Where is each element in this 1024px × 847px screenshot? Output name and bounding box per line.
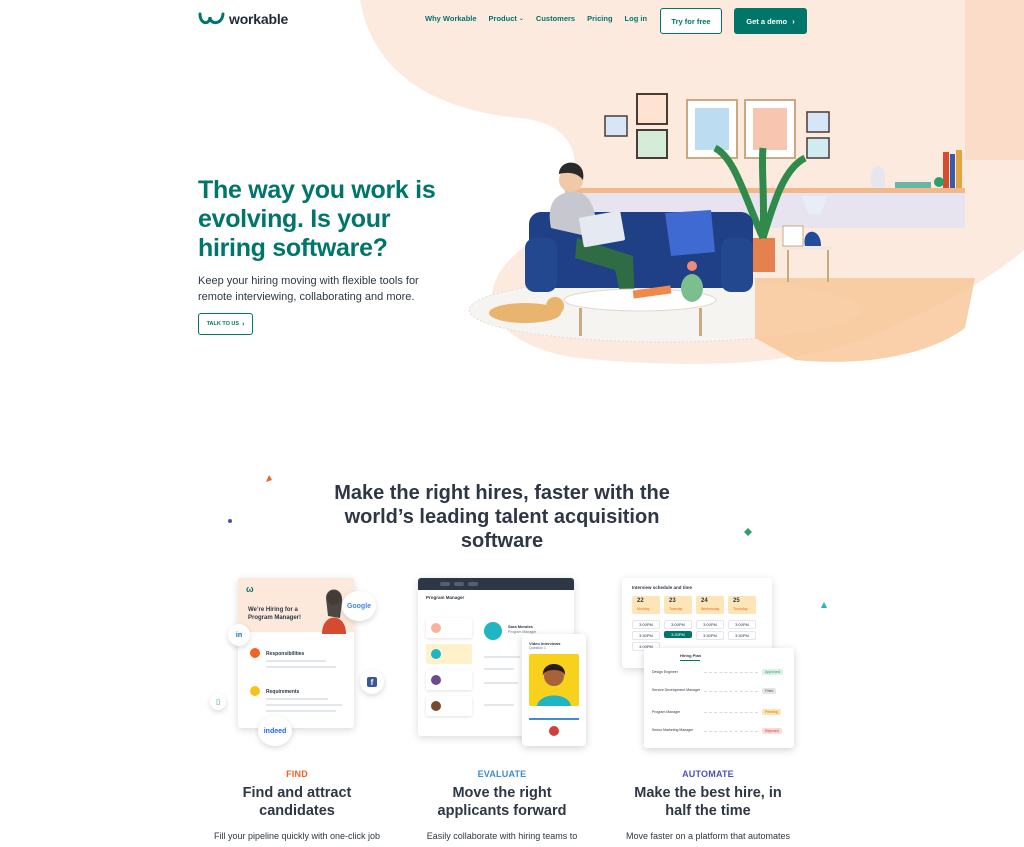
linkedin-icon: in — [228, 624, 250, 646]
talk-to-us-button[interactable]: TALK TO US › — [198, 313, 253, 335]
get-a-demo-label: Get a demo — [746, 16, 788, 26]
indeed-badge: indeed — [258, 716, 292, 746]
day-number: 25 — [733, 598, 740, 604]
video-interview-panel: Video Interviews Question 1 — [522, 634, 586, 746]
candidate-avatar — [484, 622, 502, 640]
time-slot: 3:00PM — [728, 620, 756, 629]
workable-logo-icon — [198, 12, 225, 25]
video-feed — [529, 654, 579, 706]
avatar — [431, 623, 441, 633]
avatar — [431, 675, 441, 685]
question-label: Question 1 — [529, 646, 546, 650]
job-title-header: Program Manager — [426, 595, 465, 600]
day-name: Wednesday — [701, 607, 720, 611]
status-badge: Filled — [762, 688, 777, 694]
find-card-illustration: ω We’re Hiring for a Program Manager! Re… — [210, 574, 390, 746]
hero-subtitle: Keep your hiring moving with flexible to… — [198, 275, 419, 303]
get-a-demo-button[interactable]: Get a demo › — [734, 8, 807, 34]
time-slot: 3:00PM — [664, 620, 692, 629]
google-logo-text: Google — [346, 602, 372, 610]
chevron-down-icon: ⌄ — [518, 16, 524, 22]
time-slot: 3:30PM — [728, 631, 756, 640]
hiring-plan-panel: Hiring Plan Design Engineer Approved Ser… — [644, 648, 794, 748]
facebook-icon: f — [360, 670, 384, 694]
evaluate-description: Easily collaborate with hiring teams to — [426, 831, 578, 841]
nav-product[interactable]: Product ⌄ — [489, 14, 524, 23]
hero-illustration — [468, 93, 975, 362]
job-post-card: ω We’re Hiring for a Program Manager! Re… — [238, 578, 354, 728]
hiring-plan-title: Hiring Plan — [680, 653, 702, 658]
workable-w-icon: ω — [246, 584, 254, 594]
nav-product-label: Product — [488, 14, 517, 23]
nav-pricing[interactable]: Pricing — [587, 14, 612, 23]
indeed-logo-text: indeed — [263, 727, 287, 735]
automate-description: Move faster on a platform that automates — [625, 831, 791, 841]
triangle-decoration — [821, 602, 827, 608]
role-name: Design Engineer — [652, 670, 678, 674]
day-name: Tuesday — [669, 607, 683, 611]
day-name: Thursday — [733, 607, 748, 611]
site-header: workable Why Workable Product ⌄ Customers… — [0, 0, 1024, 44]
status-badge: Approved — [762, 669, 783, 675]
record-button-icon — [549, 726, 559, 736]
role-name: Service Development Manager — [652, 688, 701, 692]
status-badge: Rejected — [762, 728, 782, 734]
job-post-heading: We’re Hiring for a Program Manager! — [248, 607, 302, 621]
avatar — [431, 649, 441, 659]
day-name: Monday — [637, 607, 650, 611]
avatar — [431, 701, 441, 711]
time-slot: 3:30PM — [632, 631, 660, 640]
nav-customers[interactable]: Customers — [536, 14, 575, 23]
talk-to-us-label: TALK TO US — [206, 321, 240, 327]
schedule-title: Interview schedule and time — [632, 585, 693, 590]
time-slot: 3:00PM — [632, 620, 660, 629]
try-for-free-button[interactable]: Try for free — [660, 8, 722, 34]
day-number: 23 — [669, 598, 676, 604]
automate-title: Make the best hire, in half the time — [634, 785, 782, 819]
find-title: Find and attract candidates — [242, 785, 352, 819]
triangle-decoration — [266, 475, 272, 482]
time-slot: 3:00PM — [696, 620, 724, 629]
role-name: Program Manager — [652, 710, 681, 714]
find-description: Fill your pipeline quickly with one-clic… — [213, 831, 381, 841]
diamond-decoration — [744, 528, 752, 536]
workable-logo[interactable]: workable — [198, 11, 288, 27]
google-badge: Google — [342, 591, 376, 621]
evaluate-label: EVALUATE — [477, 769, 527, 779]
evaluate-title: Move the right applicants forward — [437, 785, 567, 819]
person-video-icon — [537, 664, 571, 706]
chevron-right-icon: › — [242, 320, 245, 328]
nav-why-workable[interactable]: Why Workable — [425, 14, 477, 23]
glassdoor-icon: ▯ — [210, 694, 226, 710]
bullet-icon — [250, 686, 260, 696]
nav-log-in[interactable]: Log in — [625, 14, 648, 23]
requirements-label: Requirements — [266, 689, 300, 695]
hero-title: The way you work is evolving. Is your hi… — [198, 176, 436, 262]
logo-text: workable — [229, 11, 289, 27]
chevron-right-icon: › — [792, 16, 795, 26]
time-slot-selected: 3:30PM — [664, 631, 692, 638]
automate-card-illustration: Interview schedule and time 22 23 24 25 … — [622, 578, 798, 750]
find-label: FIND — [286, 769, 308, 779]
section-title: Make the right hires, faster with the wo… — [334, 482, 670, 552]
time-slot: 3:30PM — [696, 631, 724, 640]
dot-decoration — [228, 519, 232, 523]
evaluate-card-illustration: Program Manager Sara Morales Program Man… — [418, 576, 590, 750]
day-number: 24 — [701, 598, 708, 604]
main-nav: Why Workable Product ⌄ Customers Pricing … — [425, 14, 659, 23]
candidate-name: Sara Morales — [508, 624, 533, 629]
status-badge: Pending — [762, 709, 781, 715]
automate-label: AUTOMATE — [682, 769, 734, 779]
day-number: 22 — [637, 598, 644, 604]
bullet-icon — [250, 648, 260, 658]
role-name: Senior Marketing Manager — [652, 728, 694, 732]
responsibilities-label: Responsibilities — [266, 651, 305, 657]
